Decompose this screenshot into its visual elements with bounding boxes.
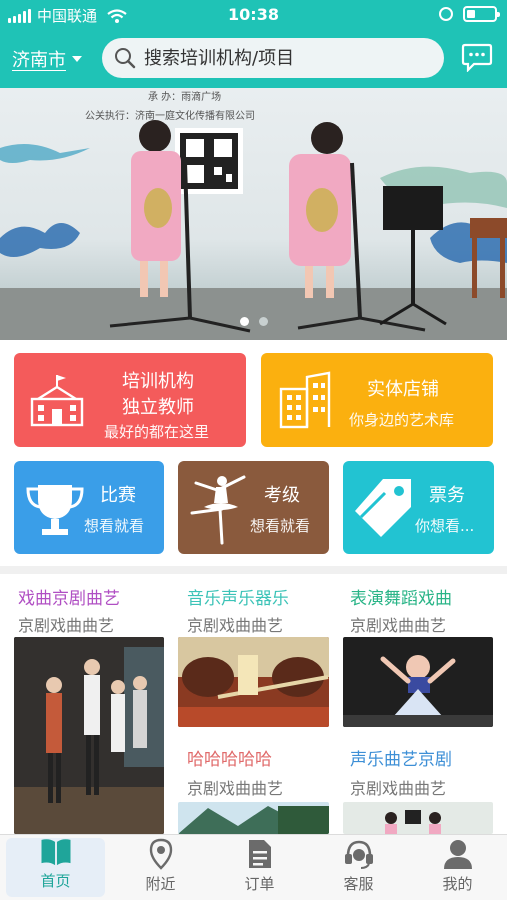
tab-nearby[interactable]: 附近 bbox=[111, 835, 210, 900]
institution-title: 培训机构 bbox=[122, 371, 194, 392]
section-divider bbox=[0, 566, 507, 574]
institution-subtitle: 最好的都在这里 bbox=[104, 423, 210, 441]
category-title[interactable]: 音乐声乐器乐 bbox=[187, 584, 289, 609]
tab-label: 我的 bbox=[442, 875, 473, 893]
tab-label: 附近 bbox=[145, 875, 176, 893]
school-building-icon bbox=[30, 375, 84, 427]
user-icon bbox=[443, 840, 472, 869]
tickets-subtitle: 你想看... bbox=[415, 517, 475, 535]
carousel-indicators bbox=[0, 317, 507, 326]
location-pin-icon bbox=[149, 838, 172, 870]
institution-card[interactable]: 培训机构 独立教师 最好的都在这里 bbox=[14, 353, 246, 447]
book-icon bbox=[41, 839, 70, 866]
store-subtitle: 你身边的艺术库 bbox=[349, 411, 455, 429]
category-title[interactable]: 戏曲京剧曲艺 bbox=[18, 584, 120, 609]
status-time: 10:38 bbox=[228, 5, 279, 24]
exam-subtitle: 想看就看 bbox=[250, 517, 311, 535]
category-subtitle: 京剧戏曲曲艺 bbox=[187, 616, 284, 635]
carousel-dot[interactable] bbox=[258, 317, 268, 326]
city-selector[interactable]: 济南市 bbox=[12, 46, 82, 72]
category-image[interactable] bbox=[178, 802, 329, 834]
store-title: 实体店铺 bbox=[367, 379, 439, 400]
price-tag-icon bbox=[355, 479, 411, 537]
tab-home[interactable]: 首页 bbox=[6, 838, 105, 897]
alarm-icon bbox=[439, 7, 453, 21]
independent-teacher-title: 独立教师 bbox=[122, 397, 194, 418]
category-subtitle: 京剧戏曲曲艺 bbox=[18, 616, 115, 635]
headset-icon bbox=[344, 840, 373, 869]
building-icon bbox=[279, 371, 331, 429]
store-card[interactable]: 实体店铺 你身边的艺术库 bbox=[261, 353, 493, 447]
header: 济南市 bbox=[0, 34, 507, 82]
banner-carousel[interactable]: 承 办：雨滴广场 公关执行：济南一庭文化传播有限公司 bbox=[0, 88, 507, 340]
exam-card[interactable]: 考级 想看就看 bbox=[178, 461, 329, 554]
tickets-title: 票务 bbox=[429, 485, 465, 506]
tab-orders[interactable]: 订单 bbox=[210, 835, 309, 900]
tab-label: 首页 bbox=[40, 872, 71, 890]
chevron-down-icon bbox=[72, 56, 82, 62]
tickets-card[interactable]: 票务 你想看... bbox=[343, 461, 494, 554]
category-image[interactable] bbox=[14, 637, 164, 834]
search-bar[interactable] bbox=[102, 38, 444, 78]
bottom-tab-bar: 首页 附近 订单 客服 我的 bbox=[0, 834, 507, 900]
battery-icon bbox=[463, 6, 500, 22]
city-label: 济南市 bbox=[12, 50, 66, 71]
carousel-dot-active[interactable] bbox=[239, 317, 249, 326]
banner-line-2: 公关执行：济南一庭文化传播有限公司 bbox=[85, 111, 255, 122]
tab-label: 订单 bbox=[244, 875, 275, 893]
contest-card[interactable]: 比赛 想看就看 bbox=[14, 461, 164, 554]
contest-subtitle: 想看就看 bbox=[84, 517, 145, 535]
search-icon bbox=[115, 48, 136, 69]
tab-profile[interactable]: 我的 bbox=[408, 835, 507, 900]
tab-label: 客服 bbox=[343, 875, 374, 893]
category-title[interactable]: 哈哈哈哈哈 bbox=[187, 745, 272, 770]
category-image[interactable] bbox=[343, 637, 493, 727]
contest-title: 比赛 bbox=[100, 485, 136, 506]
category-title[interactable]: 声乐曲艺京剧 bbox=[350, 745, 452, 770]
category-subtitle: 京剧戏曲曲艺 bbox=[350, 616, 447, 635]
exam-title: 考级 bbox=[264, 485, 300, 506]
category-title[interactable]: 表演舞蹈戏曲 bbox=[350, 584, 452, 609]
category-image[interactable] bbox=[178, 637, 329, 727]
tab-service[interactable]: 客服 bbox=[309, 835, 408, 900]
category-subtitle: 京剧戏曲曲艺 bbox=[350, 779, 447, 798]
document-icon bbox=[248, 840, 271, 868]
ballet-dancer-icon bbox=[190, 475, 246, 545]
status-bar: 中国联通 10:38 bbox=[0, 0, 507, 30]
search-input[interactable] bbox=[144, 47, 424, 69]
category-image[interactable] bbox=[343, 802, 493, 834]
banner-image bbox=[0, 120, 507, 340]
category-subtitle: 京剧戏曲曲艺 bbox=[187, 779, 284, 798]
banner-line-1: 承 办：雨滴广场 bbox=[148, 92, 222, 103]
app-screen: 中国联通 10:38 济南市 搜索培训机构/项目 承 办：雨滴广场 公关执行：济… bbox=[0, 0, 507, 900]
message-icon[interactable] bbox=[461, 42, 493, 72]
top-bar: 中国联通 10:38 济南市 bbox=[0, 0, 507, 88]
trophy-icon bbox=[26, 485, 84, 535]
